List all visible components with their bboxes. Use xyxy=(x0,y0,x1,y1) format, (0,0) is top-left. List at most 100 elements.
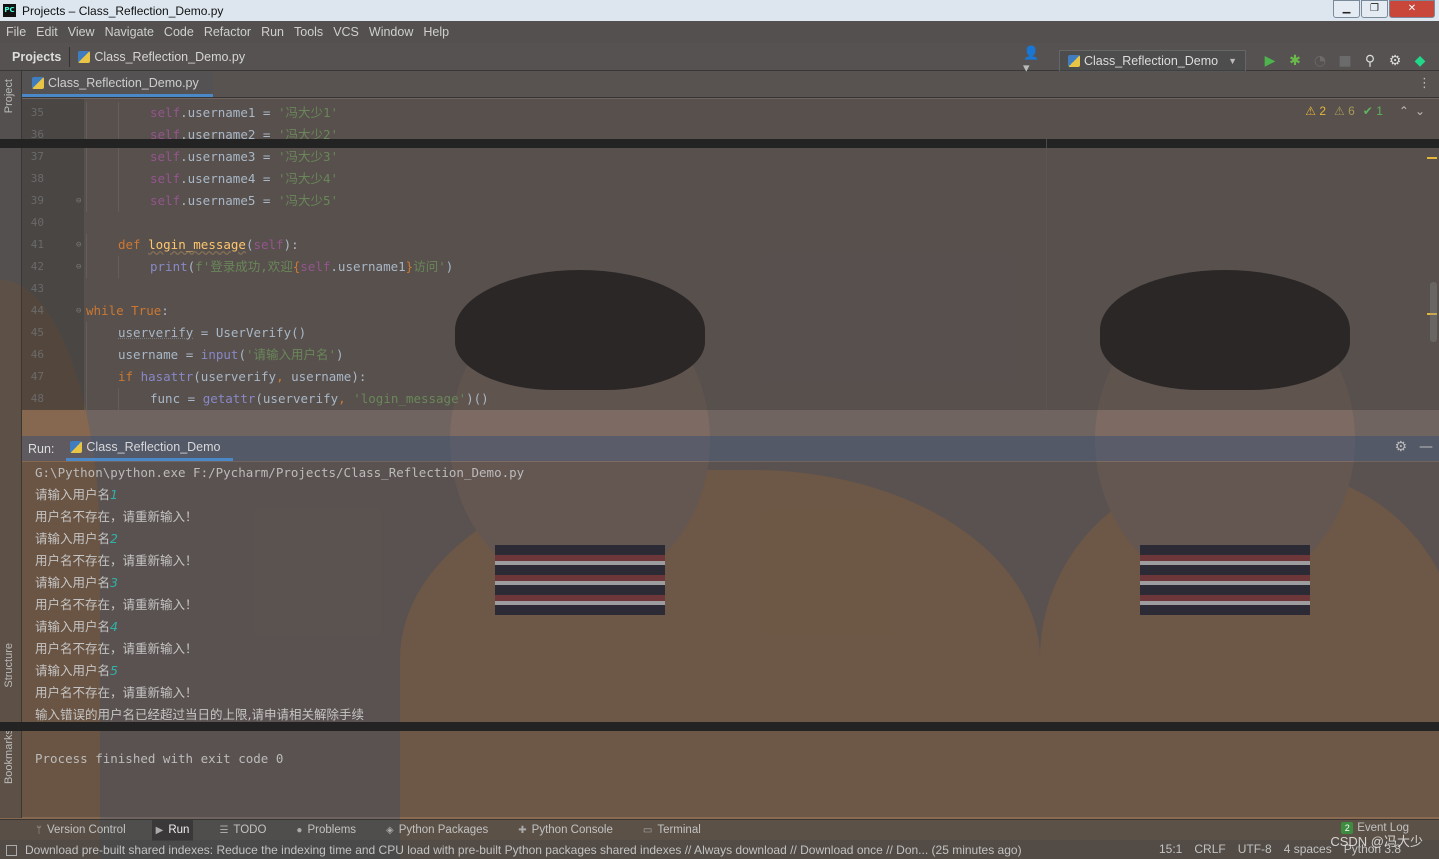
tool-python-console[interactable]: ✚ Python Console xyxy=(514,820,617,841)
line-number[interactable]: 46 xyxy=(22,344,44,366)
search-icon[interactable]: ⚲ xyxy=(1359,50,1381,72)
chevron-down-icon[interactable]: ⌄ xyxy=(1415,104,1425,118)
code-line[interactable]: 45 userverify = UserVerify() xyxy=(22,322,1122,344)
chevron-up-icon[interactable]: ⌃ xyxy=(1399,104,1409,118)
tool-version-control[interactable]: ᛘ Version Control xyxy=(32,820,130,841)
console-line: 用户名不存在，请重新输入！ xyxy=(35,685,198,700)
code-token: = UserVerify() xyxy=(193,325,307,340)
line-number[interactable]: 47 xyxy=(22,366,44,388)
menu-code[interactable]: Code xyxy=(164,25,194,39)
code-line[interactable]: 44 ⊖ while True: xyxy=(22,300,1122,322)
close-button[interactable]: ✕ xyxy=(1389,0,1435,18)
jetbrains-icon[interactable]: ◆ xyxy=(1409,50,1431,72)
line-number[interactable]: 38 xyxy=(22,168,44,190)
menu-window[interactable]: Window xyxy=(369,25,413,39)
debug-icon[interactable]: ✱ xyxy=(1284,50,1306,72)
line-number[interactable]: 48 xyxy=(22,388,44,410)
line-number[interactable]: 35 xyxy=(22,102,44,124)
line-number[interactable]: 39 xyxy=(22,190,44,212)
code-token: print xyxy=(150,259,188,274)
menu-vcs[interactable]: VCS xyxy=(333,25,359,39)
typo-count: ✔ 1 xyxy=(1362,104,1383,118)
breadcrumb-file-label: Class_Reflection_Demo.py xyxy=(94,49,246,64)
breadcrumb-project[interactable]: Projects xyxy=(12,50,61,64)
coverage-icon[interactable]: ◔ xyxy=(1309,50,1331,72)
fold-icon[interactable]: ⊖ xyxy=(76,300,81,322)
bookmarks-tool-tab[interactable]: Bookmarks xyxy=(3,729,15,784)
tool-terminal[interactable]: ▭ Terminal xyxy=(639,820,705,841)
code-line[interactable]: 46 username = input('请输入用户名') xyxy=(22,344,1122,366)
caret-position[interactable]: 15:1 xyxy=(1159,842,1182,856)
fold-icon[interactable]: ⊖ xyxy=(76,256,81,278)
run-console[interactable]: G:\Python\python.exe F:/Pycharm/Projects… xyxy=(22,462,1439,722)
line-number[interactable]: 37 xyxy=(22,146,44,168)
line-separator[interactable]: CRLF xyxy=(1194,842,1225,856)
code-token: ) xyxy=(336,347,344,362)
inspection-widget[interactable]: ⚠ 2 ⚠ 6 ✔ 1 ⌃ ⌄ xyxy=(1305,104,1425,118)
code-line[interactable]: 35 self.username1 = '冯大少1' xyxy=(22,102,1122,124)
code-token: ): xyxy=(283,237,299,252)
status-message[interactable]: Download pre-built shared indexes: Reduc… xyxy=(6,843,1136,857)
tool-todo[interactable]: ☰ TODO xyxy=(215,820,270,841)
code-line[interactable]: 42 ⊖ print(f'登录成功,欢迎{self.username1}访问') xyxy=(22,256,1122,278)
warning-count: ⚠ 2 xyxy=(1305,104,1327,118)
console-user-input: 1 xyxy=(110,487,118,502)
tool-run[interactable]: ▶ Run xyxy=(151,819,194,841)
stop-icon[interactable]: ■ xyxy=(1334,50,1356,72)
menu-view[interactable]: View xyxy=(68,25,95,39)
settings-icon[interactable]: ⚙ xyxy=(1394,439,1407,455)
tool-python-packages[interactable]: ◈ Python Packages xyxy=(382,820,492,841)
scroll-marker xyxy=(1427,157,1437,159)
line-number[interactable]: 41 xyxy=(22,234,44,256)
code-token: '冯大少1' xyxy=(277,105,339,120)
code-line[interactable]: 37 self.username3 = '冯大少3' xyxy=(22,146,1122,168)
code-text: func = getattr(userverify, 'login_messag… xyxy=(150,388,489,410)
code-line[interactable]: 40 xyxy=(22,212,1122,234)
line-number[interactable]: 42 xyxy=(22,256,44,278)
indent-guide xyxy=(118,256,119,278)
settings-icon[interactable]: ⚙ xyxy=(1384,50,1406,72)
minimize-button[interactable]: ▁ xyxy=(1333,0,1360,18)
structure-tool-tab[interactable]: Structure xyxy=(3,643,15,688)
file-encoding[interactable]: UTF-8 xyxy=(1238,842,1272,856)
run-configuration-select[interactable]: Class_Reflection_Demo ▼ xyxy=(1058,50,1246,72)
indent-setting[interactable]: 4 spaces xyxy=(1284,842,1332,856)
menu-navigate[interactable]: Navigate xyxy=(105,25,154,39)
run-tab[interactable]: Class_Reflection_Demo xyxy=(66,436,233,461)
menu-refactor[interactable]: Refactor xyxy=(204,25,251,39)
run-panel-header: Run: Class_Reflection_Demo ⚙ — xyxy=(22,436,1439,461)
weak-warning-count-value: 6 xyxy=(1348,104,1355,118)
line-number[interactable]: 43 xyxy=(22,278,44,300)
minimize-icon[interactable]: — xyxy=(1419,439,1433,455)
terminal-icon: ▭ xyxy=(642,824,653,836)
more-icon[interactable]: ⋮ xyxy=(1418,76,1431,91)
editor-tab-file[interactable]: Class_Reflection_Demo.py xyxy=(22,71,213,97)
maximize-button[interactable]: ❐ xyxy=(1361,0,1388,18)
window-controls: ▁ ❐ ✕ xyxy=(1332,0,1435,18)
menu-run[interactable]: Run xyxy=(261,25,284,39)
line-number[interactable]: 40 xyxy=(22,212,44,234)
code-line[interactable]: 43 xyxy=(22,278,1122,300)
project-tool-tab[interactable]: Project xyxy=(3,79,15,113)
menu-help[interactable]: Help xyxy=(423,25,449,39)
run-icon[interactable]: ▶ xyxy=(1259,50,1281,72)
code-line[interactable]: 47 if hasattr(userverify, username): xyxy=(22,366,1122,388)
line-number[interactable]: 44 xyxy=(22,300,44,322)
menu-edit[interactable]: Edit xyxy=(36,25,58,39)
menu-file[interactable]: File xyxy=(6,25,26,39)
tool-problems[interactable]: ● Problems xyxy=(292,820,360,841)
fold-icon[interactable]: ⊖ xyxy=(76,190,81,212)
code-line[interactable]: 41 ⊖ def login_message(self): xyxy=(22,234,1122,256)
editor-scrollbar[interactable] xyxy=(1430,282,1437,342)
list-icon: ☰ xyxy=(219,824,229,836)
code-line[interactable]: 39 ⊖ self.username5 = '冯大少5' xyxy=(22,190,1122,212)
breadcrumb-file[interactable]: Class_Reflection_Demo.py xyxy=(78,50,245,64)
menu-tools[interactable]: Tools xyxy=(294,25,323,39)
run-console-footer[interactable]: Process finished with exit code 0 xyxy=(22,731,1439,817)
code-line[interactable]: 48 func = getattr(userverify, 'login_mess… xyxy=(22,388,1122,410)
fold-icon[interactable]: ⊖ xyxy=(76,234,81,256)
code-token: func = xyxy=(150,391,203,406)
line-number[interactable]: 45 xyxy=(22,322,44,344)
status-bar: Download pre-built shared indexes: Reduc… xyxy=(0,840,1439,859)
code-line[interactable]: 38 self.username4 = '冯大少4' xyxy=(22,168,1122,190)
